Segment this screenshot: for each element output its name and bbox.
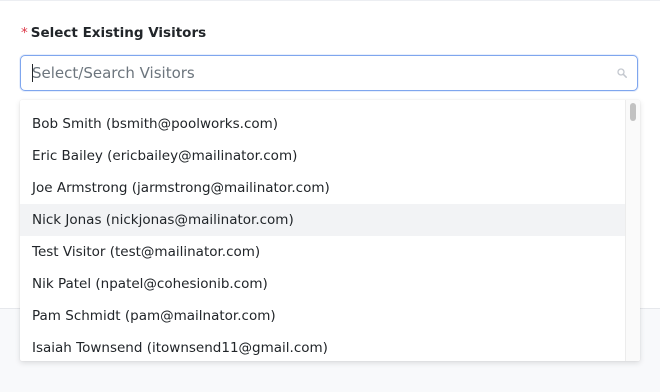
search-icon: [617, 68, 627, 78]
visitor-search-input[interactable]: [32, 56, 602, 90]
dropdown-scrollbar[interactable]: [625, 100, 640, 361]
text-cursor: [32, 64, 33, 82]
visitor-option[interactable]: Isaiah Townsend (itownsend11@gmail.com): [20, 332, 625, 361]
visitor-option[interactable]: Bob Smith (bsmith@poolworks.com): [20, 108, 625, 140]
field-label-text: Select Existing Visitors: [30, 25, 207, 41]
visitor-select[interactable]: [20, 55, 638, 91]
visitor-option[interactable]: Pam Schmidt (pam@mailnator.com): [20, 300, 625, 332]
required-asterisk: *: [21, 25, 28, 41]
visitor-option[interactable]: Test Visitor (test@mailinator.com): [20, 236, 625, 268]
visitor-options-list: Bob Smith (bsmith@poolworks.com) Eric Ba…: [20, 108, 625, 361]
scrollbar-thumb[interactable]: [630, 103, 636, 121]
top-divider: [0, 0, 660, 1]
visitor-option[interactable]: Joe Armstrong (jarmstrong@mailinator.com…: [20, 172, 625, 204]
visitor-option[interactable]: Nik Patel (npatel@cohesionib.com): [20, 268, 625, 300]
visitor-option[interactable]: Nick Jonas (nickjonas@mailinator.com): [20, 204, 625, 236]
visitor-dropdown: Bob Smith (bsmith@poolworks.com) Eric Ba…: [20, 100, 640, 361]
field-label: * Select Existing Visitors: [21, 25, 206, 41]
visitor-option[interactable]: Eric Bailey (ericbailey@mailinator.com): [20, 140, 625, 172]
